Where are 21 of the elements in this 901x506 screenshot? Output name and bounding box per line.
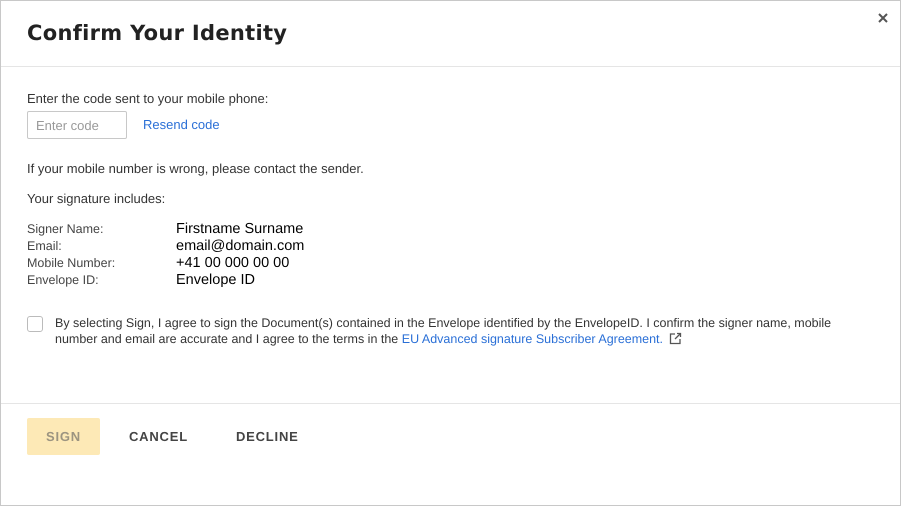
resend-link[interactable]: Resend code [143,115,220,135]
detail-label: Envelope ID: [27,272,100,289]
detail-value: Envelope ID [176,272,256,289]
signature-heading: Your signature includes: [27,191,166,207]
dialog-title: Confirm Your Identity [27,20,288,47]
detail-label: Mobile Number: [27,255,116,272]
wrong-number-note: If your mobile number is wrong, please contact the sender. [27,161,365,177]
detail-value: +41 00 000 00 00 [176,255,290,272]
external-link-icon [669,332,682,345]
detail-value: email@domain.com [176,238,306,255]
agreement-text: By selecting Sign, I agree to sign the Document(s) contained in the Envelope identified by the EnvelopeID. I confirm the signer name, mobile number and email are accurate and I agree to the terms in the EU Advanced signature Subscriber Agreement. [55,315,832,347]
code-field[interactable]: Enter code [27,111,127,139]
close-button[interactable] [876,11,890,25]
agreement-checkbox[interactable] [27,316,43,332]
action-button[interactable]: CANCEL [110,418,207,455]
action-button[interactable]: DECLINE [216,418,318,455]
code-prompt: Enter the code sent to your mobile phone: [27,91,270,107]
detail-value: Firstname Surname [176,221,304,238]
agreement-link[interactable]: EU Advanced signature Subscriber Agreement. [402,332,663,346]
detail-label: Signer Name: [27,221,104,238]
detail-label: Email: [27,238,63,255]
